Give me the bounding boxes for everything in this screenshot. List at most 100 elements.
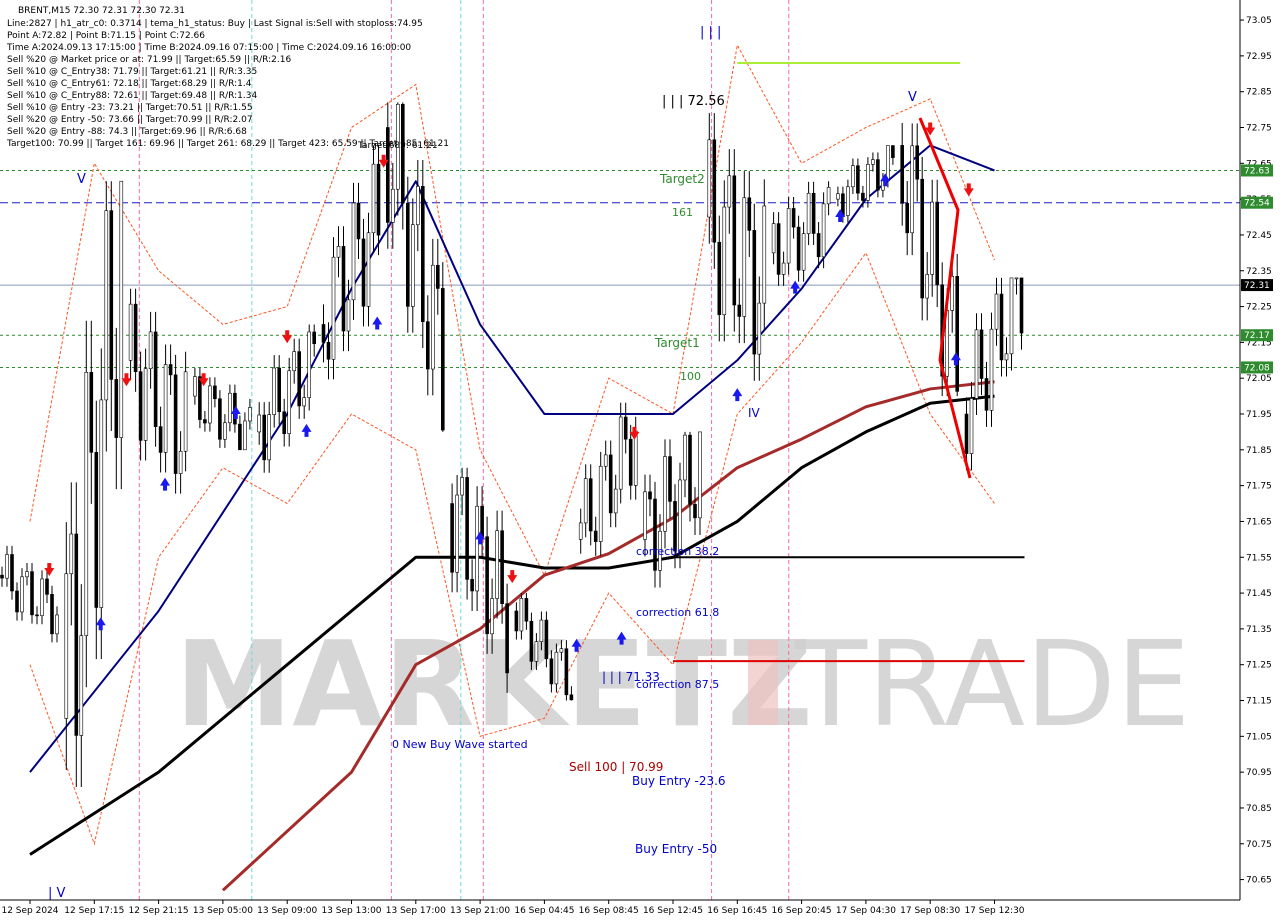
x-tick-label: 17 Sep 04:30 [836, 906, 896, 916]
candle-body [564, 648, 569, 696]
candle-body [742, 197, 747, 317]
candle-body [5, 554, 9, 579]
candle-body [989, 328, 994, 411]
candle-body [1019, 277, 1024, 334]
candle-body [851, 165, 855, 188]
candle-body [861, 192, 865, 201]
candle-body [10, 554, 14, 592]
candle-body [821, 203, 826, 258]
candle-body [811, 192, 816, 234]
x-tick-label: 16 Sep 04:45 [514, 906, 574, 916]
candle-body [297, 351, 302, 407]
candle-body [267, 414, 272, 461]
label-161: 161 [672, 206, 693, 219]
price-tag-label: 72.08 [1244, 363, 1270, 373]
candle-body [930, 201, 935, 275]
y-tick-label: 71.45 [1246, 589, 1272, 599]
candle-body [287, 370, 292, 434]
candle-body [0, 574, 4, 579]
candle-body [796, 226, 801, 271]
candle-body [683, 434, 687, 481]
candle-body [405, 202, 410, 307]
candle-body [109, 210, 114, 380]
candle-body [430, 264, 435, 370]
candle-body [119, 180, 124, 438]
price-tag-label: 72.63 [1244, 166, 1270, 176]
x-tick-label: 13 Sep 05:00 [193, 906, 253, 916]
candle-body [876, 159, 880, 191]
candle-body [89, 372, 94, 453]
candle-body [583, 478, 588, 524]
candle-body [193, 376, 197, 397]
price-tag-label: 72.17 [1244, 331, 1270, 341]
x-tick-label: 13 Sep 09:00 [257, 906, 317, 916]
candle-body [984, 378, 989, 411]
candle-body [826, 187, 831, 205]
candle-body [480, 505, 484, 538]
candle-body [598, 465, 603, 542]
y-tick-label: 72.05 [1246, 374, 1272, 384]
candle-body [64, 573, 69, 719]
candle-body [628, 438, 633, 486]
candle-body [356, 202, 361, 240]
candle-body [549, 658, 554, 685]
candle-body [593, 530, 598, 542]
candle-body [505, 603, 509, 674]
y-tick-label: 70.85 [1246, 804, 1272, 814]
candle-body [688, 434, 692, 505]
candle-body [440, 288, 445, 431]
price-tag-label: 72.31 [1244, 281, 1270, 291]
candle-body [618, 416, 623, 490]
candle-body [15, 590, 19, 613]
candle-body [588, 478, 593, 532]
candle-body [856, 165, 860, 194]
candle-body [806, 192, 811, 234]
candle-body [128, 303, 133, 361]
candle-body [455, 494, 459, 573]
candle-body [326, 342, 331, 360]
candle-body [292, 351, 297, 372]
candle-body [213, 385, 217, 400]
candle-body [925, 274, 930, 299]
candle-body [173, 374, 178, 474]
candle-body [277, 367, 282, 413]
candle-body [475, 505, 479, 592]
label-new-buy-wave: 0 New Buy Wave started [392, 738, 528, 751]
label-correction-61: correction 61.8 [636, 606, 719, 619]
candle-body [578, 522, 583, 540]
label-target2: Target2 [659, 172, 705, 186]
candle-body [969, 398, 974, 454]
candle-body [321, 324, 326, 343]
y-tick-label: 71.85 [1246, 446, 1272, 456]
candle-body [693, 504, 697, 519]
candle-body [846, 186, 850, 216]
y-tick-label: 72.95 [1246, 52, 1272, 62]
x-tick-label: 13 Sep 17:00 [386, 906, 446, 916]
candle-body [900, 145, 905, 204]
label-iv-bottom: | V [48, 886, 66, 901]
candle-body [94, 452, 99, 608]
candle-body [203, 419, 207, 424]
candle-body [218, 398, 222, 440]
candle-body [500, 530, 504, 604]
candle-body [371, 163, 376, 234]
label-target1: Target1 [654, 336, 700, 350]
candle-body [519, 598, 524, 632]
y-tick-label: 71.75 [1246, 482, 1272, 492]
candle-body [534, 641, 539, 662]
candle-body [920, 178, 925, 299]
y-tick-label: 71.65 [1246, 517, 1272, 527]
candle-body [410, 224, 415, 307]
candle-body [366, 232, 371, 307]
candle-body [539, 619, 544, 642]
candle-body [762, 205, 767, 304]
candle-body [143, 368, 148, 441]
price-chart[interactable]: MARKETZ TRADE | | | 72.56 | | | 71.33 | … [0, 0, 1280, 920]
candle-body [272, 367, 277, 415]
x-tick-label: 16 Sep 20:45 [772, 906, 832, 916]
candle-body [55, 614, 59, 635]
candle-body [910, 145, 915, 234]
candle-body [707, 139, 712, 218]
y-axis: 73.0572.9572.8572.7572.6572.5572.4572.35… [1240, 16, 1272, 886]
info-line: Line:2827 | h1_atr_c0: 0.3714 | tema_h1_… [7, 19, 423, 29]
